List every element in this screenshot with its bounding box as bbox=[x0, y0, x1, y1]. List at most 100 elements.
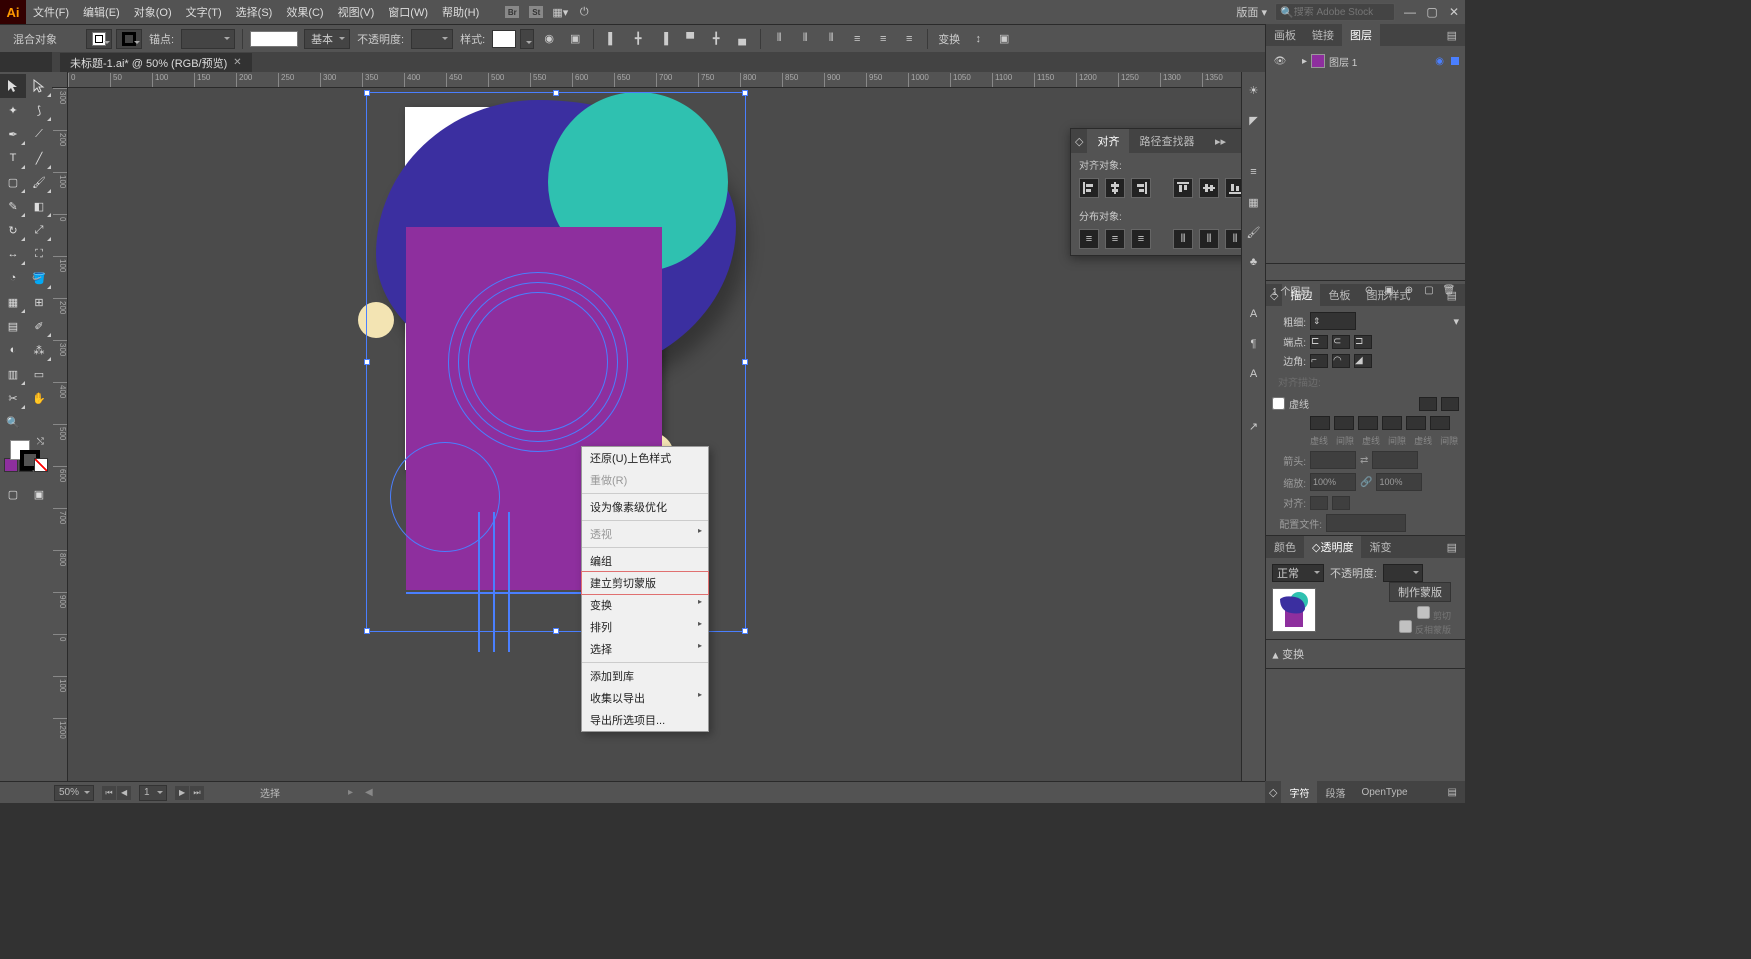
align-right-btn[interactable] bbox=[1131, 178, 1151, 198]
tab-close-icon[interactable]: ✕ bbox=[233, 57, 241, 68]
sel-handle-tr[interactable] bbox=[742, 90, 748, 96]
zoom-select[interactable]: 50% bbox=[54, 785, 94, 801]
magic-wand-tool[interactable]: ✦ bbox=[0, 98, 26, 122]
column-graph-tool[interactable]: ▥ bbox=[0, 362, 26, 386]
locate-layer-icon[interactable]: ⊙ bbox=[1359, 281, 1379, 301]
cm-undo[interactable]: 还原(U)上色样式 bbox=[582, 447, 708, 469]
nav-first-icon[interactable]: ⏮ bbox=[102, 786, 116, 800]
gpu-icon[interactable]: ⏻ bbox=[572, 0, 596, 24]
ruler-origin[interactable] bbox=[52, 72, 68, 88]
glyph-strip-icon[interactable]: A bbox=[1244, 364, 1264, 384]
color-picker-icon[interactable]: ☀ bbox=[1244, 80, 1264, 100]
blend-mode-select[interactable]: 正常 bbox=[1272, 564, 1324, 582]
hv-icon[interactable]: ↕ bbox=[967, 28, 989, 50]
stroke-selector[interactable] bbox=[116, 29, 142, 49]
dash-field-4[interactable] bbox=[1406, 416, 1426, 430]
menu-window[interactable]: 窗口(W) bbox=[381, 0, 435, 24]
weight-input[interactable]: ⇕ bbox=[1310, 312, 1356, 330]
layers-tab[interactable]: 图层 bbox=[1342, 24, 1380, 46]
slice-tool[interactable]: ✂ bbox=[0, 386, 26, 410]
opacity-panel-field[interactable] bbox=[1383, 564, 1423, 582]
ruler-horizontal[interactable]: 0501001502002503003504004505005506006507… bbox=[68, 72, 1265, 88]
transparency-menu-icon[interactable]: ▤ bbox=[1439, 536, 1465, 558]
sel-handle-tm[interactable] bbox=[553, 90, 559, 96]
width-tool[interactable]: ↔ bbox=[0, 242, 26, 266]
character-tab[interactable]: 字符 bbox=[1281, 781, 1317, 803]
cm-pixel-perfect[interactable]: 设为像素级优化 bbox=[582, 496, 708, 518]
artboard-select[interactable]: 1 bbox=[139, 785, 167, 801]
shape-builder-tool[interactable]: ◔ bbox=[0, 266, 26, 290]
swap-colors-icon[interactable]: ⤭ bbox=[37, 436, 44, 447]
nav-last-icon[interactable]: ⏭ bbox=[190, 786, 204, 800]
artboards-tab[interactable]: 画板 bbox=[1266, 24, 1304, 46]
style-dropdown[interactable] bbox=[520, 29, 534, 49]
para-strip-icon[interactable]: ¶ bbox=[1244, 334, 1264, 354]
recolor-icon[interactable]: ◉ bbox=[538, 28, 560, 50]
dash-field-5[interactable] bbox=[1430, 416, 1450, 430]
eraser-tool[interactable]: ◧ bbox=[26, 194, 52, 218]
color-tab[interactable]: 颜色 bbox=[1266, 536, 1304, 558]
make-mask-button[interactable]: 制作蒙版 bbox=[1389, 582, 1451, 602]
layer-row[interactable]: 👁 ▸ 图层 1 ◉ bbox=[1272, 50, 1459, 72]
menu-object[interactable]: 对象(O) bbox=[127, 0, 179, 24]
dash-field-0[interactable] bbox=[1310, 416, 1330, 430]
paragraph-tab[interactable]: 段落 bbox=[1317, 781, 1353, 803]
align-tab[interactable]: 对齐 bbox=[1087, 129, 1129, 153]
isolate-icon[interactable]: ▣ bbox=[993, 28, 1015, 50]
rotate-tool[interactable]: ↻ bbox=[0, 218, 26, 242]
cm-arrange[interactable]: 排列 bbox=[582, 616, 708, 638]
align-left-icon[interactable]: ▌ bbox=[601, 28, 623, 50]
type-tool[interactable]: T bbox=[0, 146, 26, 170]
shaper-tool[interactable]: ✎ bbox=[0, 194, 26, 218]
cm-group[interactable]: 编组 bbox=[582, 550, 708, 572]
mesh-tool[interactable]: ⊞ bbox=[26, 290, 52, 314]
sel-handle-tl[interactable] bbox=[364, 90, 370, 96]
stock-icon[interactable]: St bbox=[524, 0, 548, 24]
transform-link[interactable]: 变换 bbox=[938, 31, 960, 47]
dist-b-icon[interactable]: ≡ bbox=[898, 28, 920, 50]
dist-top-btn[interactable]: ≡ bbox=[1079, 229, 1099, 249]
cap-round-btn[interactable]: ⊂ bbox=[1332, 335, 1350, 349]
gradient-tool[interactable]: ▤ bbox=[0, 314, 26, 338]
transform-expand[interactable]: ▶变换 bbox=[1266, 640, 1465, 668]
gradient-tab[interactable]: 渐变 bbox=[1361, 536, 1399, 558]
delete-layer-icon[interactable]: 🗑 bbox=[1439, 281, 1459, 301]
fill-selector[interactable] bbox=[86, 29, 112, 49]
close-button[interactable]: ✕ bbox=[1445, 3, 1463, 21]
sel-handle-bl[interactable] bbox=[364, 628, 370, 634]
screen-mode-normal[interactable]: ▢ bbox=[0, 482, 26, 506]
dist-vcenter-btn[interactable]: ≡ bbox=[1105, 229, 1125, 249]
layers-menu-icon[interactable]: ▤ bbox=[1439, 24, 1465, 46]
symbols-strip-icon[interactable]: ♣ bbox=[1244, 252, 1264, 272]
curvature-tool[interactable]: ⟋ bbox=[26, 122, 52, 146]
pen-tool[interactable]: ✒ bbox=[0, 122, 26, 146]
arrow-icon[interactable]: ◤ bbox=[1244, 110, 1264, 130]
transparency-tab[interactable]: ◇ 透明度 bbox=[1304, 536, 1361, 558]
menu-view[interactable]: 视图(V) bbox=[331, 0, 382, 24]
panel-collapse-icon[interactable]: ▸▸ bbox=[1209, 135, 1232, 148]
dashed-checkbox[interactable] bbox=[1272, 397, 1285, 410]
free-transform-tool[interactable]: ⛶ bbox=[26, 242, 52, 266]
workspace-label[interactable]: 版面 ▾ bbox=[1228, 4, 1275, 20]
swatches-strip-icon[interactable]: ▦ bbox=[1244, 192, 1264, 212]
menu-edit[interactable]: 编辑(E) bbox=[76, 0, 127, 24]
arrow-align-2[interactable] bbox=[1332, 496, 1350, 510]
document-tab[interactable]: 未标题-1.ai* @ 50% (RGB/预览) ✕ bbox=[60, 53, 252, 72]
cm-select[interactable]: 选择 bbox=[582, 638, 708, 660]
dist-t-icon[interactable]: ≡ bbox=[846, 28, 868, 50]
direct-selection-tool[interactable] bbox=[26, 74, 52, 98]
dist-c-icon[interactable]: ⫴ bbox=[794, 28, 816, 50]
artboard-tool[interactable]: ▭ bbox=[26, 362, 52, 386]
cm-export-selection[interactable]: 导出所选项目... bbox=[582, 709, 708, 731]
char-strip-icon[interactable]: A bbox=[1244, 304, 1264, 324]
zoom-tool[interactable]: 🔍 bbox=[0, 410, 26, 434]
dash-field-3[interactable] bbox=[1382, 416, 1402, 430]
sel-handle-bm[interactable] bbox=[553, 628, 559, 634]
brush-preview[interactable] bbox=[250, 31, 298, 47]
transparency-thumbnail[interactable] bbox=[1272, 588, 1316, 632]
bottom-tabs-menu-icon[interactable]: ▤ bbox=[1440, 781, 1465, 803]
cap-proj-btn[interactable]: ⊐ bbox=[1354, 335, 1372, 349]
dist-r-icon[interactable]: ⫴ bbox=[820, 28, 842, 50]
minimize-button[interactable]: — bbox=[1401, 3, 1419, 21]
links-tab[interactable]: 链接 bbox=[1304, 24, 1342, 46]
